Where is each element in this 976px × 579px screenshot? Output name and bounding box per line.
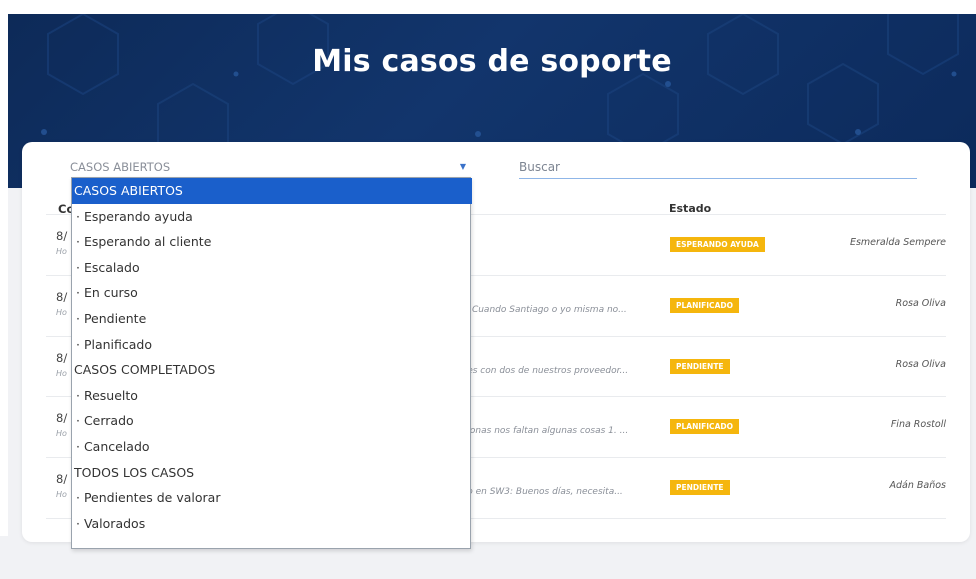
row-assignee: Adán Baños	[889, 480, 946, 491]
option-esperando-ayuda[interactable]: · Esperando ayuda	[72, 204, 474, 230]
row-date: 8/	[56, 229, 68, 243]
row-time: Ho	[56, 308, 67, 317]
option-cancelado[interactable]: · Cancelado	[72, 434, 474, 460]
search-placeholder: Buscar	[519, 160, 560, 174]
option-casos-completados[interactable]: CASOS COMPLETADOS	[72, 357, 472, 383]
row-assignee: Rosa Oliva	[895, 359, 946, 370]
status-badge: PLANIFICADO	[670, 419, 739, 434]
option-pendientes-de-valorar[interactable]: · Pendientes de valorar	[72, 485, 474, 511]
row-date: 8/	[56, 411, 68, 425]
row-date: 8/	[56, 290, 68, 304]
row-message: ado en SW3: Buenos días, necesita...	[456, 487, 623, 497]
top-border	[0, 0, 976, 14]
option-todos-los-casos[interactable]: TODOS LOS CASOS	[72, 460, 472, 486]
status-badge: ESPERANDO AYUDA	[670, 237, 765, 252]
row-message: ones con dos de nuestros proveedor...	[456, 366, 629, 376]
chevron-down-icon: ▼	[459, 162, 466, 171]
option-planificado[interactable]: · Planificado	[72, 332, 474, 358]
left-border	[0, 0, 8, 536]
option-cerrado[interactable]: · Cerrado	[72, 408, 474, 434]
status-badge: PLANIFICADO	[670, 298, 739, 313]
page-title: Mis casos de soporte	[312, 44, 672, 79]
option-en-curso[interactable]: · En curso	[72, 280, 474, 306]
option-escalado[interactable]: · Escalado	[72, 255, 474, 281]
status-badge: PENDIENTE	[670, 359, 730, 374]
option-casos-abiertos[interactable]: CASOS ABIERTOS	[72, 178, 472, 204]
search-input[interactable]: Buscar	[519, 160, 917, 179]
row-message: es. Cuando Santiago o yo misma no...	[456, 305, 627, 315]
row-assignee: Esmeralda Sempere	[849, 237, 946, 248]
row-time: Ho	[56, 247, 67, 256]
row-message: ersonas nos faltan algunas cosas 1. ...	[456, 426, 629, 436]
status-badge: PENDIENTE	[670, 480, 730, 495]
option-esperando-al-cliente[interactable]: · Esperando al cliente	[72, 229, 474, 255]
case-filter-value: CASOS ABIERTOS	[70, 160, 171, 174]
option-resuelto[interactable]: · Resuelto	[72, 383, 474, 409]
case-filter-dropdown: CASOS ABIERTOS · Esperando ayuda · Esper…	[71, 177, 474, 549]
option-pendiente[interactable]: · Pendiente	[72, 306, 474, 332]
row-time: Ho	[56, 490, 67, 499]
row-time: Ho	[56, 429, 67, 438]
row-assignee: Rosa Oliva	[895, 298, 946, 309]
row-assignee: Fina Rostoll	[890, 419, 946, 430]
option-valorados[interactable]: · Valorados	[72, 511, 474, 537]
row-date: 8/	[56, 472, 68, 486]
row-date: 8/	[56, 351, 68, 365]
row-time: Ho	[56, 369, 67, 378]
